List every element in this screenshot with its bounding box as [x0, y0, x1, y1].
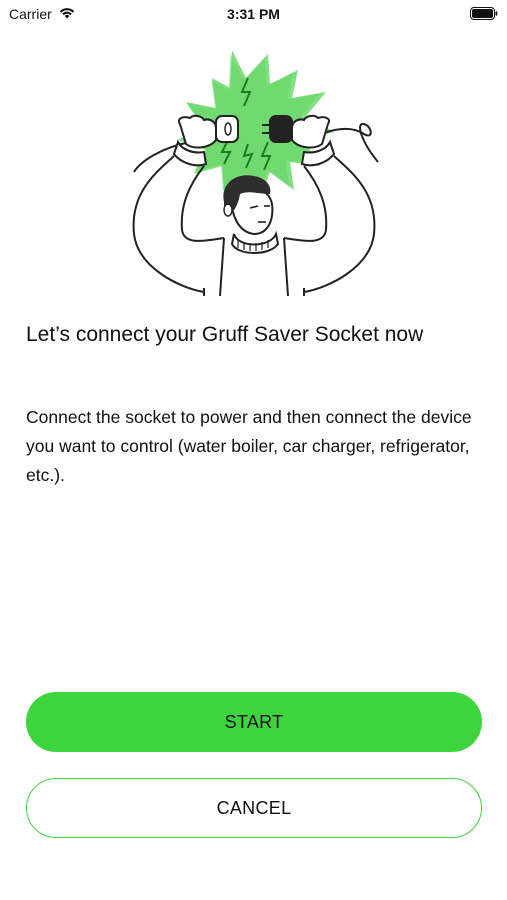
onboarding-description: Connect the socket to power and then con… [26, 407, 472, 485]
onboarding-title: Let’s connect your Gruff Saver Socket no… [26, 323, 424, 346]
start-button-label: START [224, 711, 284, 732]
cancel-button-label: CANCEL [216, 797, 292, 818]
cancel-button[interactable]: CANCEL [26, 778, 482, 838]
battery-icon [470, 7, 498, 25]
status-bar: Carrier 3:31 PM [0, 0, 507, 28]
hero-illustration [120, 44, 390, 297]
status-time: 3:31 PM [227, 6, 280, 22]
start-button[interactable]: START [26, 692, 482, 752]
